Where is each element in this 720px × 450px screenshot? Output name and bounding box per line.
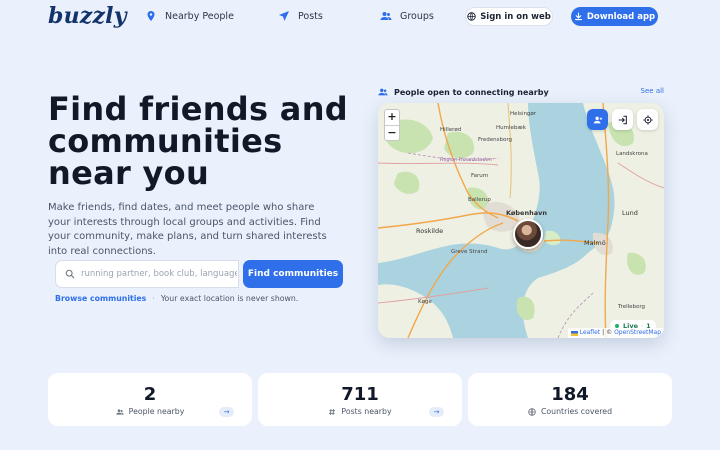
- map-label-ballerup: Ballerup: [468, 197, 491, 203]
- browse-row: Browse communities · Your exact location…: [55, 294, 298, 303]
- map-panel-title: People open to connecting nearby: [394, 87, 549, 97]
- map-label-landskrona: Landskrona: [616, 151, 648, 157]
- map-label-helsingor: Helsingør: [510, 111, 537, 117]
- zoom-controls: + −: [384, 109, 400, 141]
- send-icon: [279, 11, 289, 21]
- brand-name: buzzly: [48, 3, 127, 29]
- stat-value: 711: [341, 384, 379, 405]
- sign-in-button[interactable]: Sign in on web: [465, 7, 553, 26]
- live-dot-icon: [615, 323, 619, 328]
- stat-card-posts: 711 Posts nearby →: [258, 373, 462, 426]
- stat-label: Countries covered: [468, 407, 672, 416]
- search-box: [55, 260, 239, 288]
- map-attribution: Leaflet | © OpenStreetMap: [567, 328, 664, 338]
- hash-icon: [329, 408, 336, 415]
- users-icon: [378, 88, 388, 96]
- nav-groups-label: Groups: [400, 10, 434, 22]
- ukraine-flag-icon: [570, 330, 578, 336]
- search-icon: [65, 269, 75, 279]
- sign-in-label: Sign in on web: [480, 11, 551, 22]
- stat-card-countries: 184 Countries covered: [468, 373, 672, 426]
- stat-value: 184: [551, 384, 589, 405]
- map-label-trelleborg: Trelleborg: [617, 304, 645, 310]
- map-people-button[interactable]: [587, 109, 608, 130]
- globe-icon: [528, 407, 536, 416]
- nav-posts-label: Posts: [298, 10, 323, 22]
- browse-communities-link[interactable]: Browse communities: [55, 294, 146, 303]
- map-label-lund: Lund: [622, 209, 638, 217]
- leaflet-link[interactable]: Leaflet: [580, 328, 600, 338]
- users-icon: [380, 12, 392, 20]
- find-communities-button[interactable]: Find communities: [243, 260, 343, 288]
- download-app-button[interactable]: Download app: [571, 7, 658, 26]
- zoom-out-button[interactable]: −: [385, 125, 399, 140]
- hero-title: Find friends and communities near you: [48, 90, 348, 192]
- download-app-label: Download app: [586, 11, 656, 22]
- map-label-humlebaek: Humlebæk: [496, 125, 527, 131]
- hero-description: Make friends, find dates, and meet peopl…: [48, 202, 327, 257]
- map-label-koge: Køge: [418, 299, 432, 305]
- map-label-kobenhavn: København: [506, 209, 547, 217]
- map-label-fredensborg: Fredensborg: [478, 137, 512, 143]
- nav-posts[interactable]: Posts: [278, 10, 323, 22]
- zoom-in-button[interactable]: +: [385, 110, 399, 125]
- attribution-separator: | ©: [602, 329, 613, 336]
- privacy-note: Your exact location is never shown.: [160, 294, 299, 303]
- map-label-hillerod: Hillerød: [440, 127, 461, 133]
- map-label-region: Region Hovedstaden: [440, 157, 492, 163]
- nav-nearby-people[interactable]: Nearby People: [145, 10, 234, 22]
- stat-arrow-button[interactable]: →: [219, 407, 234, 417]
- map-label-farum: Farum: [471, 173, 488, 179]
- download-icon: [574, 12, 582, 21]
- nearby-map[interactable]: Helsingør Humlebæk Fredensborg Hillerød …: [378, 103, 664, 338]
- map-login-button[interactable]: [612, 109, 633, 130]
- map-label-malmo: Malmö: [584, 239, 606, 247]
- map-label-roskilde: Roskilde: [416, 227, 443, 235]
- search-input[interactable]: [81, 269, 237, 279]
- nearby-person-avatar[interactable]: [513, 219, 543, 249]
- map-locate-button[interactable]: [637, 109, 658, 130]
- brand-logo[interactable]: buzzly: [48, 3, 127, 29]
- stat-card-people: 2 People nearby →: [48, 373, 252, 426]
- nav-groups[interactable]: Groups: [380, 10, 434, 22]
- osm-link[interactable]: OpenStreetMap: [614, 328, 661, 338]
- browse-separator: ·: [152, 294, 155, 303]
- globe-icon: [467, 12, 476, 21]
- users-icon: [115, 408, 124, 415]
- top-header: buzzly Nearby People Posts Groups Sign i…: [0, 0, 720, 34]
- stat-label-text: People nearby: [128, 407, 185, 416]
- nav-nearby-people-label: Nearby People: [165, 10, 234, 22]
- map-panel-header: People open to connecting nearby See all: [378, 86, 664, 98]
- stat-value: 2: [143, 384, 157, 405]
- stat-label-text: Countries covered: [540, 407, 613, 416]
- locate-icon: [642, 114, 653, 125]
- stat-arrow-button[interactable]: →: [429, 407, 444, 417]
- user-plus-icon: [593, 116, 602, 123]
- login-icon: [618, 115, 627, 124]
- see-all-link[interactable]: See all: [641, 87, 664, 95]
- map-pin-icon: [147, 11, 155, 21]
- map-label-greve: Greve Strand: [451, 249, 487, 255]
- stat-label-text: Posts nearby: [341, 407, 392, 416]
